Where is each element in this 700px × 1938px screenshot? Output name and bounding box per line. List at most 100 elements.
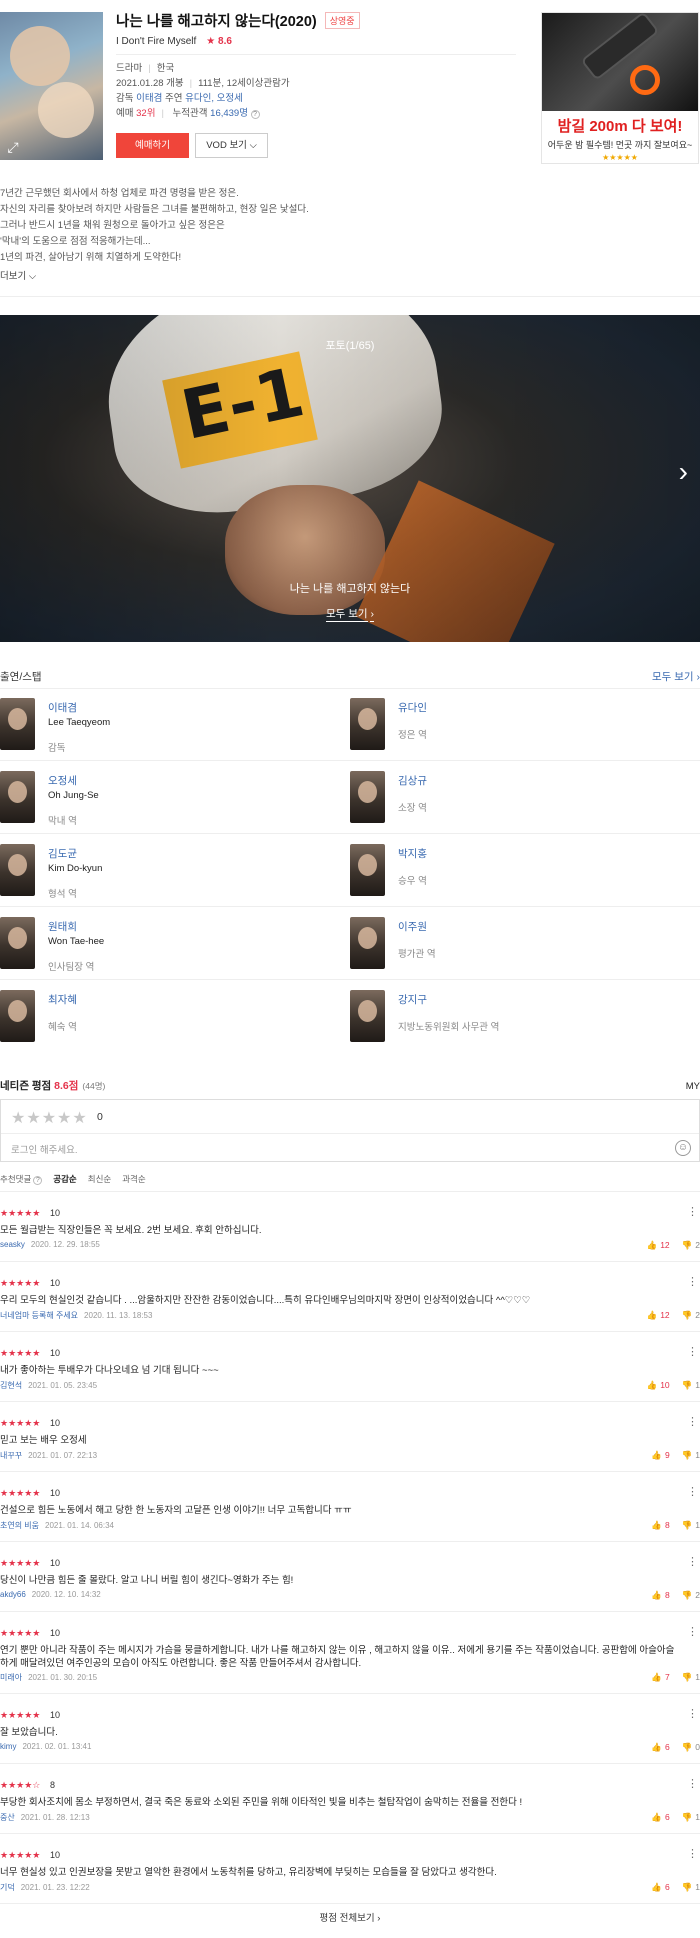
help-icon[interactable]: ? — [33, 1176, 43, 1185]
expand-icon[interactable]: ⤢ — [4, 138, 22, 156]
dislike-button[interactable]: 👎 2 — [682, 1240, 700, 1251]
cast-item[interactable]: 김상규 소장 역 — [350, 761, 700, 833]
more-options-icon[interactable]: ⋮ — [687, 1847, 698, 1860]
cast-link[interactable]: 유다인, 오정세 — [185, 93, 243, 104]
vod-button[interactable]: VOD 보기 ⌵ — [195, 133, 268, 158]
help-icon[interactable]: ? — [250, 110, 260, 119]
like-button[interactable]: 👍6 — [651, 1882, 669, 1893]
cast-name[interactable]: 유다인 — [398, 700, 427, 715]
genre[interactable]: 드라마 — [116, 63, 142, 74]
more-options-icon[interactable]: ⋮ — [687, 1777, 698, 1790]
cast-photo[interactable] — [0, 771, 35, 823]
dislike-button[interactable]: 👎 1 — [682, 1520, 700, 1531]
like-button[interactable]: 👍6 — [651, 1812, 669, 1823]
sort-option[interactable]: 과격순 — [122, 1173, 145, 1185]
my-review-link[interactable]: MY — [686, 1081, 700, 1092]
all-reviews-link[interactable]: 평점 전체보기 › — [0, 1910, 700, 1924]
more-options-icon[interactable]: ⋮ — [687, 1275, 698, 1288]
dislike-button[interactable]: 👎 1 — [682, 1672, 700, 1683]
more-options-icon[interactable]: ⋮ — [687, 1707, 698, 1720]
cast-name[interactable]: 김도균 — [48, 846, 102, 861]
dislike-button[interactable]: 👎 2 — [682, 1310, 700, 1321]
dislike-button[interactable]: 👎 1 — [682, 1882, 700, 1893]
cast-item[interactable]: 김도균 Kim Do-kyun 형석 역 — [0, 834, 350, 906]
review-author[interactable]: seasky — [0, 1240, 25, 1249]
more-options-icon[interactable]: ⋮ — [687, 1625, 698, 1638]
cast-item[interactable]: 유다인 정은 역 — [350, 688, 700, 760]
like-button[interactable]: 👍12 — [647, 1240, 670, 1251]
cast-item[interactable]: 박지홍 승우 역 — [350, 834, 700, 906]
country[interactable]: 한국 — [157, 63, 174, 74]
cast-item[interactable]: 원태희 Won Tae-hee 인사팀장 역 — [0, 907, 350, 979]
review-stars: ★★★★★ — [0, 1710, 41, 1720]
sort-option[interactable]: 최신순 — [88, 1173, 111, 1185]
cast-name[interactable]: 김상규 — [398, 773, 427, 788]
cast-photo[interactable] — [0, 990, 35, 1042]
cast-name[interactable]: 이주원 — [398, 919, 436, 934]
like-button[interactable]: 👍10 — [647, 1380, 670, 1391]
cast-photo[interactable] — [0, 844, 35, 896]
review-author[interactable]: 중산 — [0, 1813, 15, 1822]
dislike-button[interactable]: 👎 1 — [682, 1812, 700, 1823]
movie-title[interactable]: 나는 나를 해고하지 않는다(2020) — [116, 10, 317, 31]
photo-viewer[interactable]: E-1 포토(1/65) › 나는 나를 해고하지 않는다 모두 보기 › — [0, 315, 700, 642]
cast-item[interactable]: 최자혜 혜숙 역 — [0, 980, 350, 1053]
review-author[interactable]: 너네엄마 등록해 주세요 — [0, 1311, 78, 1320]
review-author[interactable]: 기덕 — [0, 1883, 15, 1892]
photo-view-all[interactable]: 모두 보기 › — [0, 606, 700, 622]
dislike-button[interactable]: 👎 1 — [682, 1450, 700, 1461]
dislike-button[interactable]: 👎 2 — [682, 1590, 700, 1601]
review-author[interactable]: 초연의 비움 — [0, 1521, 39, 1530]
cast-photo[interactable] — [350, 771, 385, 823]
advertisement[interactable]: 밤길 200m 다 보여! 어두운 밤 필수템! 먼곳 까지 잘보여요~ ★★★… — [541, 11, 699, 164]
more-options-icon[interactable]: ⋮ — [687, 1345, 698, 1358]
like-button[interactable]: 👍9 — [651, 1450, 669, 1461]
review-author[interactable]: 김현석 — [0, 1381, 22, 1390]
cast-item[interactable]: 오정세 Oh Jung-Se 막내 역 — [0, 761, 350, 833]
director-link[interactable]: 이태겸 — [136, 93, 162, 104]
cast-name[interactable]: 원태희 — [48, 919, 104, 934]
cast-photo[interactable] — [350, 844, 385, 896]
like-button[interactable]: 👍8 — [651, 1590, 669, 1601]
cast-photo[interactable] — [350, 990, 385, 1042]
director-label: 감독 — [116, 93, 134, 104]
cast-role: 평가관 역 — [398, 949, 436, 960]
cast-name[interactable]: 강지구 — [398, 992, 499, 1007]
cast-name[interactable]: 이태겸 — [48, 700, 110, 715]
dislike-button[interactable]: 👎 0 — [682, 1742, 700, 1753]
chevron-right-icon[interactable]: › — [679, 458, 688, 486]
cast-item[interactable]: 이주원평가관 역 — [350, 907, 700, 979]
review-input[interactable]: 로그인 해주세요. — [11, 1142, 77, 1156]
review-author[interactable]: 내꾸꾸 — [0, 1451, 22, 1460]
book-button[interactable]: 예매하기 — [116, 133, 189, 158]
synopsis: 7년간 근무했던 회사에서 하청 업체로 파견 명령을 받은 정은. 자신의 자… — [0, 186, 515, 266]
cast-name[interactable]: 최자혜 — [48, 992, 77, 1007]
emoji-icon[interactable]: ☺ — [675, 1140, 691, 1156]
like-button[interactable]: 👍6 — [651, 1742, 669, 1753]
more-options-icon[interactable]: ⋮ — [687, 1415, 698, 1428]
like-button[interactable]: 👍12 — [647, 1310, 670, 1321]
cast-photo[interactable] — [0, 698, 35, 750]
more-link[interactable]: 더보기 ⌵ — [0, 268, 36, 282]
more-options-icon[interactable]: ⋮ — [687, 1555, 698, 1568]
review-author[interactable]: akdy66 — [0, 1590, 26, 1599]
rating-input-stars[interactable]: ★★★★★ — [11, 1108, 88, 1128]
cast-name[interactable]: 박지홍 — [398, 846, 427, 861]
cast-photo[interactable] — [350, 698, 385, 750]
cast-item[interactable]: 이태겸 Lee Taeqyeom 감독 — [0, 688, 350, 760]
cast-name[interactable]: 오정세 — [48, 773, 99, 788]
review-author[interactable]: 미래아 — [0, 1673, 22, 1682]
like-button[interactable]: 👍7 — [651, 1672, 669, 1683]
cast-item[interactable]: 강지구 지방노동위원회 사무관 역 — [350, 980, 700, 1053]
review-author[interactable]: kimy — [0, 1742, 16, 1751]
review-date: 2020. 12. 29. 18:55 — [30, 1240, 100, 1249]
more-options-icon[interactable]: ⋮ — [687, 1205, 698, 1218]
movie-poster[interactable]: ⤢ — [0, 12, 103, 160]
like-button[interactable]: 👍8 — [651, 1520, 669, 1531]
cast-photo[interactable] — [0, 917, 35, 969]
sort-option[interactable]: 공감순 — [53, 1173, 76, 1185]
dislike-button[interactable]: 👎 1 — [682, 1380, 700, 1391]
cast-view-all[interactable]: 모두 보기 › — [652, 669, 700, 684]
more-options-icon[interactable]: ⋮ — [687, 1485, 698, 1498]
cast-photo[interactable] — [350, 917, 385, 969]
